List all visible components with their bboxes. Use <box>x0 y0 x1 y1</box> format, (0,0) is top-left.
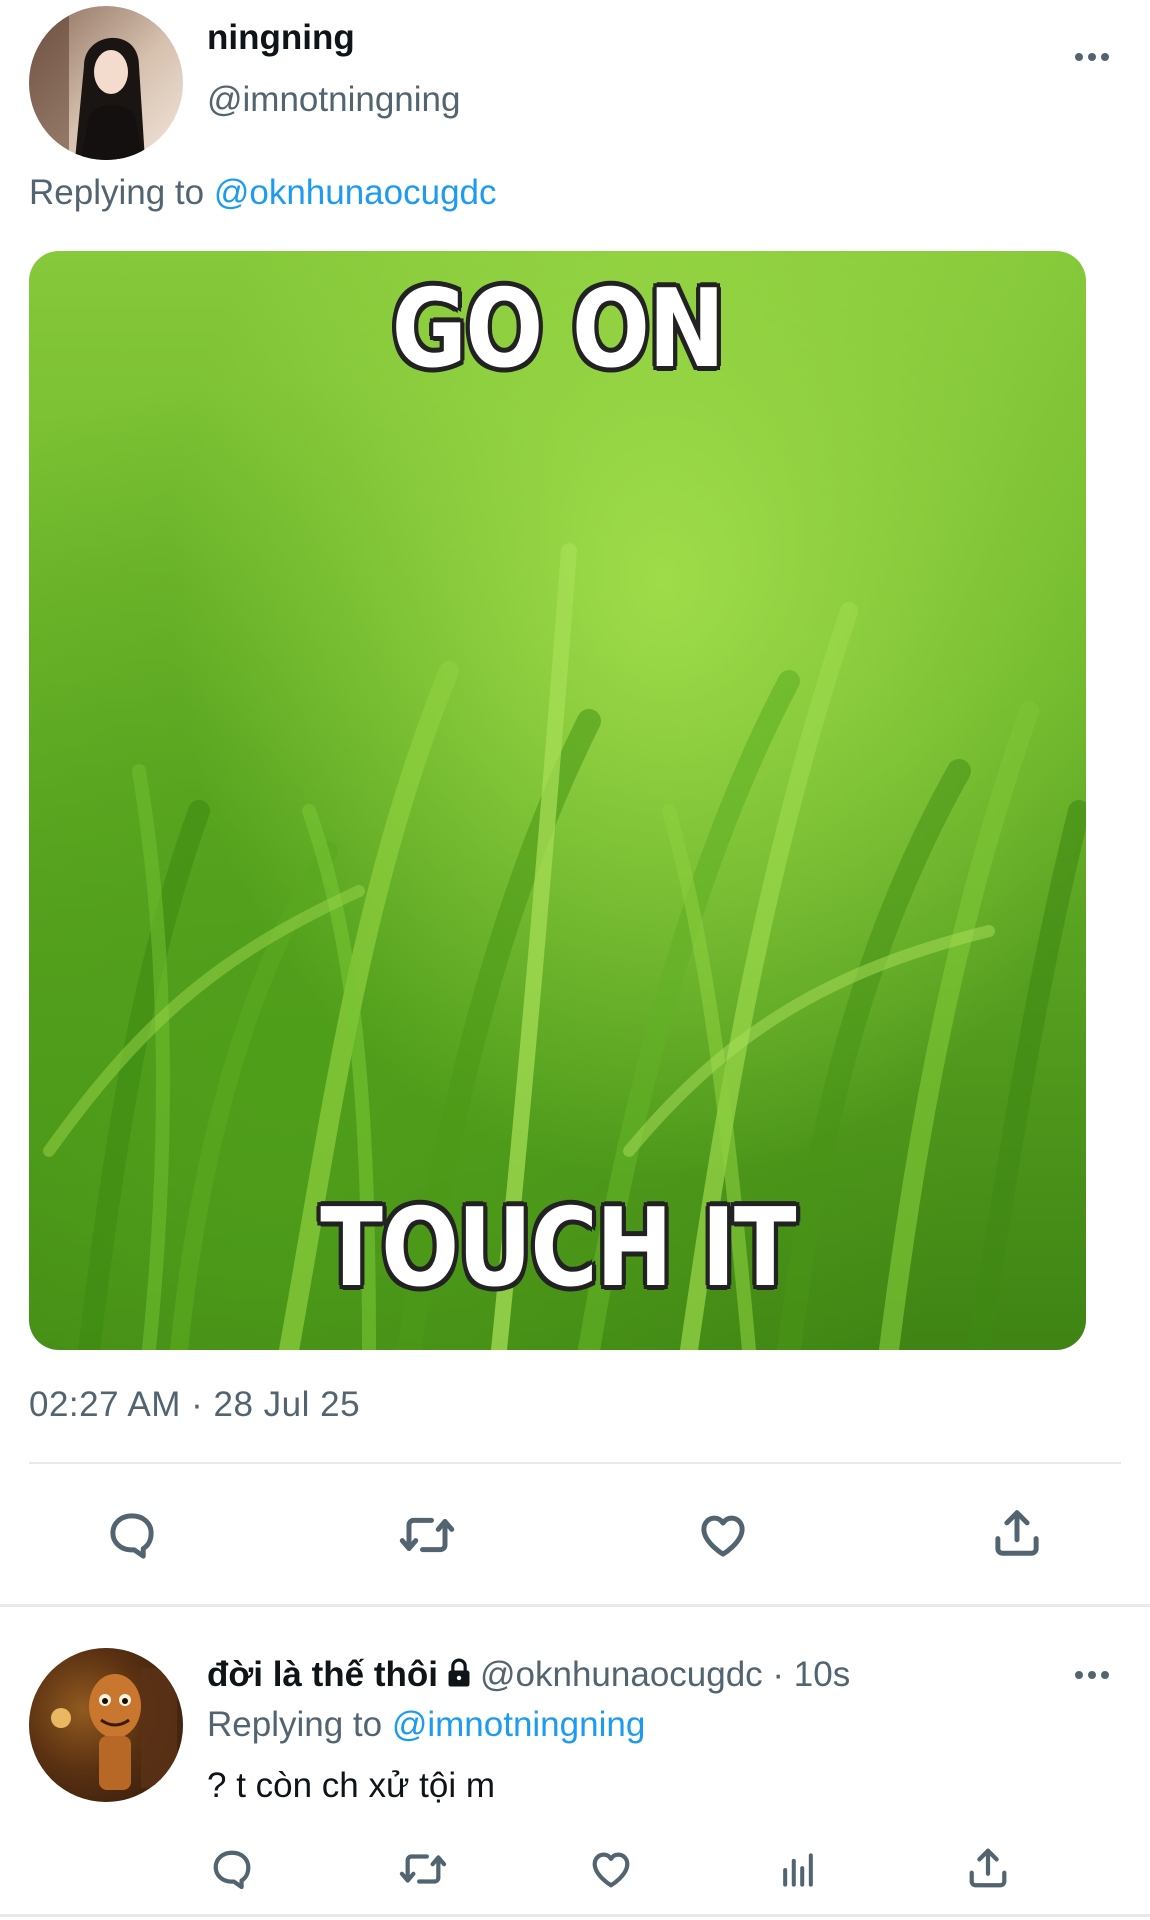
display-name[interactable]: đời là thế thôi <box>207 1655 438 1694</box>
like-button[interactable] <box>692 1505 754 1565</box>
share-button[interactable] <box>962 1841 1014 1895</box>
reply-button[interactable] <box>102 1505 162 1565</box>
divider <box>29 1462 1121 1464</box>
share-icon <box>969 1848 1007 1888</box>
separator: · <box>762 1655 794 1694</box>
user-handle[interactable]: @oknhunaocugdc <box>480 1655 763 1694</box>
views-button[interactable] <box>774 1845 822 1895</box>
more-options-button[interactable] <box>1068 1660 1116 1690</box>
tweet-timestamp[interactable]: 02:27 AM · 28 Jul 25 <box>29 1385 360 1425</box>
like-button[interactable] <box>584 1843 638 1895</box>
retweet-icon <box>399 1517 455 1553</box>
more-options-button[interactable] <box>1068 42 1116 72</box>
divider <box>0 1914 1150 1917</box>
display-name[interactable]: ningning <box>207 18 355 58</box>
reply-time[interactable]: 10s <box>794 1655 850 1694</box>
reply-header: đời là thế thôi @oknhunaocugdc · 10s <box>207 1655 850 1698</box>
replying-to-mention[interactable]: @oknhunaocugdc <box>214 173 497 212</box>
replying-to-mention[interactable]: @imnotningning <box>392 1705 645 1744</box>
reply-icon <box>213 1850 251 1890</box>
replying-to-line: Replying to @imnotningning <box>207 1705 645 1745</box>
retweet-button[interactable] <box>392 1505 462 1565</box>
tweet-thread-page: ningning @imnotningning Replying to @okn… <box>0 0 1150 1920</box>
user-handle[interactable]: @imnotningning <box>207 80 460 120</box>
avatar[interactable] <box>29 1648 183 1802</box>
retweet-button[interactable] <box>393 1843 453 1895</box>
meme-top-text: GO ON <box>391 267 725 392</box>
meme-bottom-text: TOUCH IT <box>320 1186 796 1311</box>
tweet-media-image[interactable]: GO ON TOUCH IT <box>29 251 1086 1350</box>
share-button[interactable] <box>987 1502 1047 1564</box>
reply-button[interactable] <box>206 1843 258 1895</box>
avatar[interactable] <box>29 6 183 160</box>
replying-to-line: Replying to @oknhunaocugdc <box>29 173 497 213</box>
retweet-icon <box>399 1854 447 1884</box>
divider <box>0 1604 1150 1607</box>
replying-label: Replying to <box>207 1705 392 1744</box>
lock-icon <box>444 1657 474 1698</box>
share-icon <box>995 1510 1039 1556</box>
reply-body-text: ? t còn ch xử tội m <box>207 1766 495 1805</box>
replying-label: Replying to <box>29 173 214 212</box>
reply-icon <box>110 1513 154 1559</box>
like-icon <box>701 1515 745 1557</box>
views-icon <box>783 1853 813 1887</box>
like-icon <box>592 1852 630 1888</box>
